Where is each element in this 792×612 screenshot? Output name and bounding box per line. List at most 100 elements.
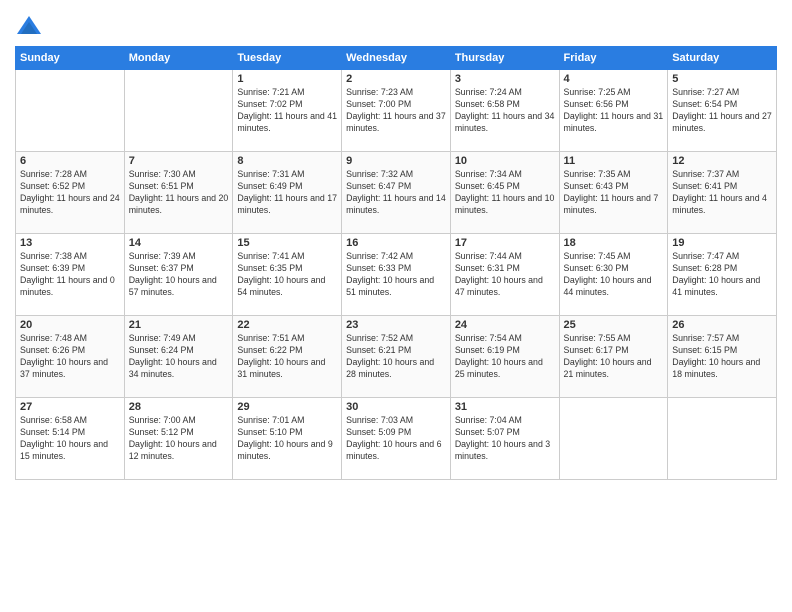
calendar-cell: 31 Sunrise: 7:04 AM Sunset: 5:07 PM Dayli…: [450, 398, 559, 480]
day-info: Sunrise: 7:23 AM Sunset: 7:00 PM Dayligh…: [346, 87, 446, 135]
day-number: 31: [455, 401, 555, 413]
calendar-cell: 25 Sunrise: 7:55 AM Sunset: 6:17 PM Dayli…: [559, 316, 668, 398]
day-number: 24: [455, 319, 555, 331]
day-number: 13: [20, 237, 120, 249]
calendar-cell: 9 Sunrise: 7:32 AM Sunset: 6:47 PM Daylig…: [342, 152, 451, 234]
day-info: Sunrise: 7:48 AM Sunset: 6:26 PM Dayligh…: [20, 333, 120, 381]
logo-icon: [15, 14, 43, 42]
day-number: 5: [672, 73, 772, 85]
calendar-cell: 21 Sunrise: 7:49 AM Sunset: 6:24 PM Dayli…: [124, 316, 233, 398]
day-number: 19: [672, 237, 772, 249]
day-number: 25: [564, 319, 664, 331]
page: SundayMondayTuesdayWednesdayThursdayFrid…: [0, 0, 792, 612]
calendar-cell: 1Sunrise: 7:21 AM Sunset: 7:02 PM Daylig…: [233, 70, 342, 152]
calendar-cell: [124, 70, 233, 152]
day-info: Sunrise: 7:54 AM Sunset: 6:19 PM Dayligh…: [455, 333, 555, 381]
day-info: Sunrise: 7:37 AM Sunset: 6:41 PM Dayligh…: [672, 169, 772, 217]
calendar-week-3: 13Sunrise: 7:38 AM Sunset: 6:39 PM Dayli…: [16, 234, 777, 316]
day-number: 23: [346, 319, 446, 331]
calendar-cell: 10 Sunrise: 7:34 AM Sunset: 6:45 PM Dayli…: [450, 152, 559, 234]
day-info: Sunrise: 7:57 AM Sunset: 6:15 PM Dayligh…: [672, 333, 772, 381]
calendar-cell: 4Sunrise: 7:25 AM Sunset: 6:56 PM Daylig…: [559, 70, 668, 152]
day-number: 9: [346, 155, 446, 167]
calendar-cell: [16, 70, 125, 152]
day-info: Sunrise: 6:58 AM Sunset: 5:14 PM Dayligh…: [20, 415, 120, 463]
weekday-header-row: SundayMondayTuesdayWednesdayThursdayFrid…: [16, 47, 777, 70]
day-number: 27: [20, 401, 120, 413]
day-number: 4: [564, 73, 664, 85]
day-info: Sunrise: 7:39 AM Sunset: 6:37 PM Dayligh…: [129, 251, 229, 299]
day-number: 26: [672, 319, 772, 331]
calendar-cell: [559, 398, 668, 480]
day-number: 29: [237, 401, 337, 413]
calendar-week-5: 27 Sunrise: 6:58 AM Sunset: 5:14 PM Dayli…: [16, 398, 777, 480]
calendar-cell: 14 Sunrise: 7:39 AM Sunset: 6:37 PM Dayli…: [124, 234, 233, 316]
day-info: Sunrise: 7:24 AM Sunset: 6:58 PM Dayligh…: [455, 87, 555, 135]
calendar-table: SundayMondayTuesdayWednesdayThursdayFrid…: [15, 46, 777, 480]
calendar-cell: 16Sunrise: 7:42 AM Sunset: 6:33 PM Dayli…: [342, 234, 451, 316]
calendar-cell: 13Sunrise: 7:38 AM Sunset: 6:39 PM Dayli…: [16, 234, 125, 316]
day-number: 18: [564, 237, 664, 249]
calendar-week-2: 6 Sunrise: 7:28 AM Sunset: 6:52 PM Daylig…: [16, 152, 777, 234]
day-info: Sunrise: 7:03 AM Sunset: 5:09 PM Dayligh…: [346, 415, 446, 463]
day-info: Sunrise: 7:04 AM Sunset: 5:07 PM Dayligh…: [455, 415, 555, 463]
day-info: Sunrise: 7:49 AM Sunset: 6:24 PM Dayligh…: [129, 333, 229, 381]
day-number: 6: [20, 155, 120, 167]
day-info: Sunrise: 7:34 AM Sunset: 6:45 PM Dayligh…: [455, 169, 555, 217]
day-number: 14: [129, 237, 229, 249]
day-number: 17: [455, 237, 555, 249]
day-info: Sunrise: 7:55 AM Sunset: 6:17 PM Dayligh…: [564, 333, 664, 381]
calendar-cell: 8 Sunrise: 7:31 AM Sunset: 6:49 PM Daylig…: [233, 152, 342, 234]
day-info: Sunrise: 7:28 AM Sunset: 6:52 PM Dayligh…: [20, 169, 120, 217]
calendar-cell: [668, 398, 777, 480]
calendar-cell: 17 Sunrise: 7:44 AM Sunset: 6:31 PM Dayli…: [450, 234, 559, 316]
day-info: Sunrise: 7:31 AM Sunset: 6:49 PM Dayligh…: [237, 169, 337, 217]
calendar-cell: 19 Sunrise: 7:47 AM Sunset: 6:28 PM Dayli…: [668, 234, 777, 316]
calendar-cell: 23Sunrise: 7:52 AM Sunset: 6:21 PM Dayli…: [342, 316, 451, 398]
day-number: 3: [455, 73, 555, 85]
day-info: Sunrise: 7:32 AM Sunset: 6:47 PM Dayligh…: [346, 169, 446, 217]
calendar-cell: 2 Sunrise: 7:23 AM Sunset: 7:00 PM Daylig…: [342, 70, 451, 152]
weekday-header-saturday: Saturday: [668, 47, 777, 70]
weekday-header-monday: Monday: [124, 47, 233, 70]
day-info: Sunrise: 7:35 AM Sunset: 6:43 PM Dayligh…: [564, 169, 664, 217]
weekday-header-tuesday: Tuesday: [233, 47, 342, 70]
calendar-cell: 15Sunrise: 7:41 AM Sunset: 6:35 PM Dayli…: [233, 234, 342, 316]
calendar-week-4: 20 Sunrise: 7:48 AM Sunset: 6:26 PM Dayli…: [16, 316, 777, 398]
weekday-header-sunday: Sunday: [16, 47, 125, 70]
calendar-cell: 29Sunrise: 7:01 AM Sunset: 5:10 PM Dayli…: [233, 398, 342, 480]
day-number: 12: [672, 155, 772, 167]
day-info: Sunrise: 7:27 AM Sunset: 6:54 PM Dayligh…: [672, 87, 772, 135]
day-info: Sunrise: 7:44 AM Sunset: 6:31 PM Dayligh…: [455, 251, 555, 299]
day-number: 16: [346, 237, 446, 249]
day-number: 21: [129, 319, 229, 331]
day-number: 20: [20, 319, 120, 331]
calendar-cell: 7Sunrise: 7:30 AM Sunset: 6:51 PM Daylig…: [124, 152, 233, 234]
calendar-cell: 11Sunrise: 7:35 AM Sunset: 6:43 PM Dayli…: [559, 152, 668, 234]
calendar-cell: 5 Sunrise: 7:27 AM Sunset: 6:54 PM Daylig…: [668, 70, 777, 152]
weekday-header-wednesday: Wednesday: [342, 47, 451, 70]
day-info: Sunrise: 7:45 AM Sunset: 6:30 PM Dayligh…: [564, 251, 664, 299]
calendar-cell: 12 Sunrise: 7:37 AM Sunset: 6:41 PM Dayli…: [668, 152, 777, 234]
calendar-cell: 3 Sunrise: 7:24 AM Sunset: 6:58 PM Daylig…: [450, 70, 559, 152]
day-number: 2: [346, 73, 446, 85]
calendar-cell: 26 Sunrise: 7:57 AM Sunset: 6:15 PM Dayli…: [668, 316, 777, 398]
calendar-cell: 6 Sunrise: 7:28 AM Sunset: 6:52 PM Daylig…: [16, 152, 125, 234]
calendar-week-1: 1Sunrise: 7:21 AM Sunset: 7:02 PM Daylig…: [16, 70, 777, 152]
calendar-cell: 28 Sunrise: 7:00 AM Sunset: 5:12 PM Dayli…: [124, 398, 233, 480]
day-number: 7: [129, 155, 229, 167]
weekday-header-thursday: Thursday: [450, 47, 559, 70]
day-number: 28: [129, 401, 229, 413]
logo: [15, 14, 46, 42]
day-info: Sunrise: 7:21 AM Sunset: 7:02 PM Dayligh…: [237, 87, 337, 135]
calendar-cell: 24 Sunrise: 7:54 AM Sunset: 6:19 PM Dayli…: [450, 316, 559, 398]
day-number: 8: [237, 155, 337, 167]
calendar-cell: 20 Sunrise: 7:48 AM Sunset: 6:26 PM Dayli…: [16, 316, 125, 398]
day-info: Sunrise: 7:00 AM Sunset: 5:12 PM Dayligh…: [129, 415, 229, 463]
day-number: 30: [346, 401, 446, 413]
day-info: Sunrise: 7:41 AM Sunset: 6:35 PM Dayligh…: [237, 251, 337, 299]
weekday-header-friday: Friday: [559, 47, 668, 70]
day-number: 10: [455, 155, 555, 167]
day-info: Sunrise: 7:47 AM Sunset: 6:28 PM Dayligh…: [672, 251, 772, 299]
day-number: 22: [237, 319, 337, 331]
